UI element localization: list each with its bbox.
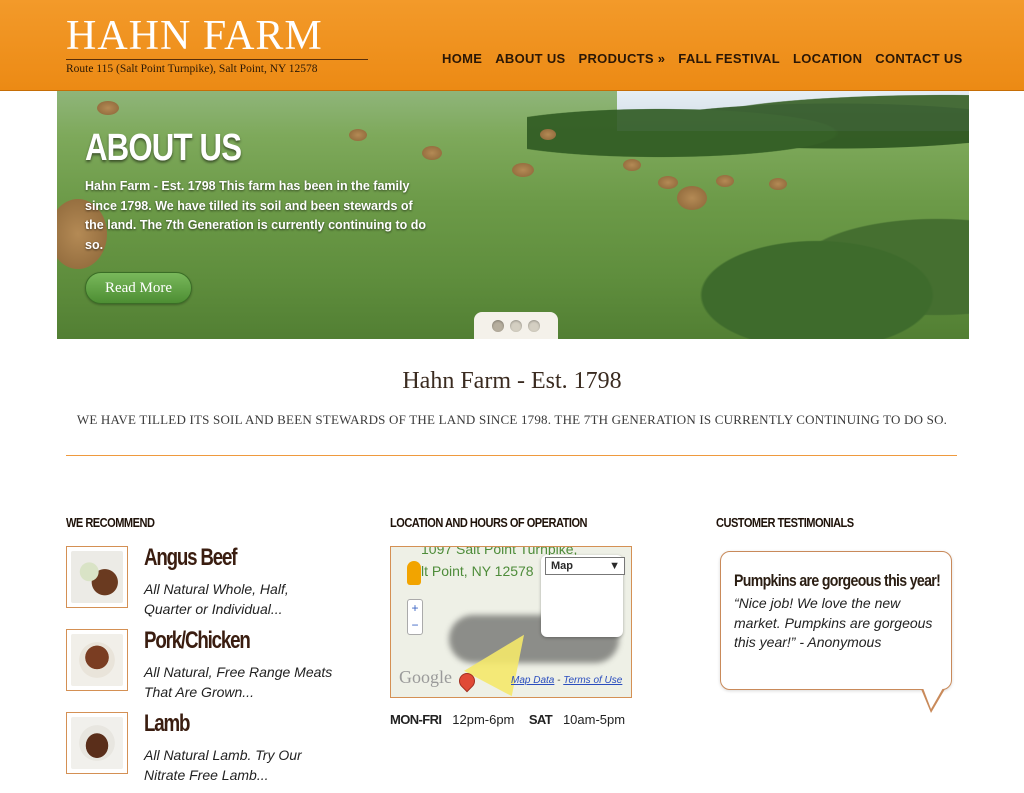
hero-trees <box>527 91 969 161</box>
read-more-button[interactable]: Read More <box>85 272 192 304</box>
section-divider <box>66 455 957 456</box>
hours-time-weekdays: 12pm-6pm <box>452 712 515 727</box>
recommend-item-pork-chicken: Pork/Chicken All Natural, Free Range Mea… <box>66 627 346 700</box>
hay-bale <box>422 146 442 160</box>
hours-of-operation: MON-FRI 12pm-6pm SAT 10am-5pm <box>390 712 625 727</box>
logo-rule <box>66 59 368 60</box>
map-data-link[interactable]: Map Data <box>511 675 554 686</box>
lamb-thumbnail[interactable] <box>66 712 128 774</box>
zoom-in-button[interactable]: + <box>408 600 422 617</box>
hay-bale <box>677 186 707 210</box>
hay-bale <box>512 163 534 177</box>
hero-text: Hahn Farm - Est. 1798 This farm has been… <box>85 179 426 252</box>
zoom-out-button[interactable]: − <box>408 617 422 634</box>
slider-dot-1[interactable] <box>492 320 504 332</box>
hours-time-saturday: 10am-5pm <box>562 712 626 727</box>
nav-about-us[interactable]: ABOUT US <box>495 51 565 66</box>
angus-beef-description: All Natural Whole, Half, Quarter or Indi… <box>144 581 289 617</box>
pegman-icon[interactable] <box>407 561 421 585</box>
site-address: Route 115 (Salt Point Turnpike), Salt Po… <box>66 63 318 75</box>
site-title[interactable]: HAHN FARM <box>66 14 368 58</box>
hay-bale <box>769 178 787 190</box>
site-logo[interactable]: HAHN FARM Route 115 (Salt Point Turnpike… <box>66 14 368 75</box>
hours-label-weekdays: MON-FRI <box>390 712 442 727</box>
nav-location[interactable]: LOCATION <box>793 51 862 66</box>
intro-subtitle: WE HAVE TILLED ITS SOIL AND BEEN STEWARD… <box>76 412 948 427</box>
testimonial-title: Pumpkins are gorgeous this year! <box>734 571 941 590</box>
nav-products[interactable]: PRODUCTS » <box>579 51 666 66</box>
nav-contact-us[interactable]: CONTACT US <box>875 51 962 66</box>
slider-dot-3[interactable] <box>528 320 540 332</box>
testimonial-body: “Nice job! We love the new market. Pumpk… <box>734 595 933 650</box>
hero-heading: ABOUT US <box>85 127 242 169</box>
slider-dot-2[interactable] <box>510 320 522 332</box>
lamb-description: All Natural Lamb. Try Our Nitrate Free L… <box>144 747 302 783</box>
intro-title: Hahn Farm - Est. 1798 <box>402 368 622 394</box>
testimonials-heading: CUSTOMER TESTIMONIALS <box>716 515 854 530</box>
hay-bale <box>716 175 734 187</box>
testimonial-card: Pumpkins are gorgeous this year! “Nice j… <box>720 551 952 713</box>
hay-bale <box>658 176 678 189</box>
pork-chicken-description: All Natural, Free Range Meats That Are G… <box>144 664 333 700</box>
google-logo: Google <box>399 667 452 687</box>
map-attribution: Map Data - Terms of Use <box>511 675 622 686</box>
hay-bale <box>540 129 556 140</box>
nav-home[interactable]: HOME <box>442 51 482 66</box>
hero-bush <box>697 211 969 339</box>
location-map[interactable]: 1097 Salt Point Turnpike, lt Point, NY 1… <box>390 546 632 698</box>
hero-slider: ABOUT US Hahn Farm - Est. 1798 This farm… <box>57 91 969 339</box>
slider-dots <box>474 312 558 339</box>
map-type-select[interactable]: Map ▼ <box>545 557 625 575</box>
chevron-down-icon: ▼ <box>609 560 620 572</box>
main-nav: HOME ABOUT US PRODUCTS » FALL FESTIVAL L… <box>442 51 976 66</box>
hours-label-saturday: SAT <box>528 712 553 727</box>
angus-beef-thumbnail[interactable] <box>66 546 128 608</box>
map-zoom-control: + − <box>407 599 423 635</box>
testimonial-tail-inner <box>923 688 943 709</box>
angus-beef-link[interactable]: Angus Beef <box>144 544 237 572</box>
pork-chicken-thumbnail[interactable] <box>66 629 128 691</box>
site-header: HAHN FARM Route 115 (Salt Point Turnpike… <box>0 0 1024 91</box>
hay-bale <box>349 129 367 141</box>
terms-of-use-link[interactable]: Terms of Use <box>563 675 622 686</box>
map-address-line2: lt Point, NY 12578 <box>421 563 534 579</box>
map-link-separator: - <box>554 675 564 686</box>
recommend-heading: WE RECOMMEND <box>66 515 155 530</box>
lamb-link[interactable]: Lamb <box>144 710 190 738</box>
hay-bale <box>97 101 119 115</box>
nav-fall-festival[interactable]: FALL FESTIVAL <box>678 51 780 66</box>
pork-chicken-link[interactable]: Pork/Chicken <box>144 627 251 655</box>
recommend-item-lamb: Lamb All Natural Lamb. Try Our Nitrate F… <box>66 710 346 783</box>
hay-bale <box>623 159 641 171</box>
recommend-item-angus-beef: Angus Beef All Natural Whole, Half, Quar… <box>66 544 346 617</box>
map-type-label: Map <box>551 560 573 572</box>
location-heading: LOCATION AND HOURS OF OPERATION <box>390 515 588 530</box>
